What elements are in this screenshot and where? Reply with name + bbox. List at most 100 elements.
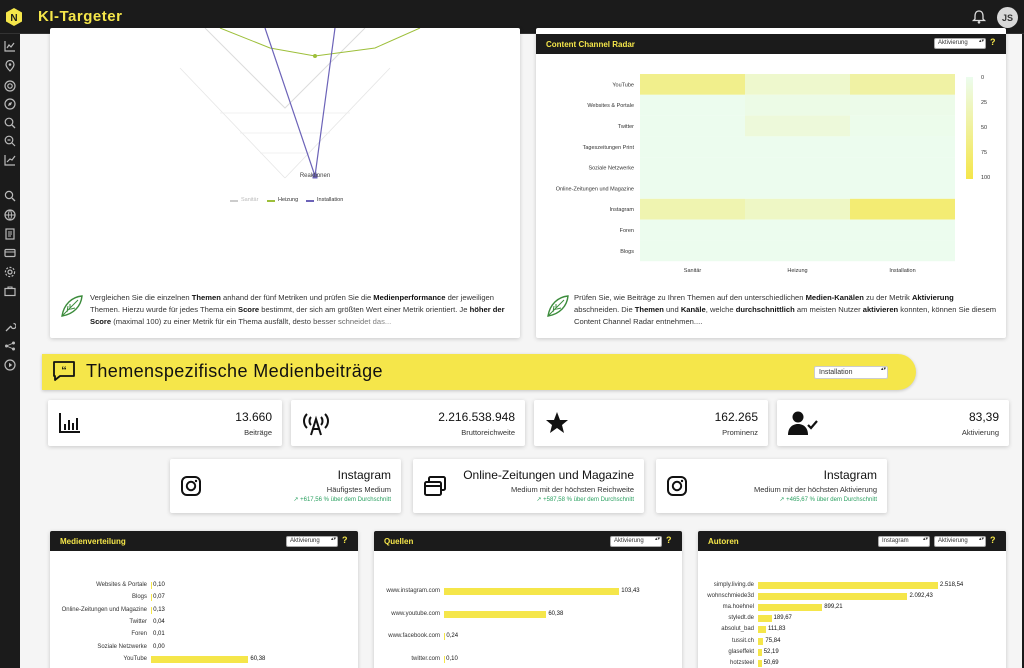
highlight-card-hoechste-aktivierung: Instagram Medium mit der höchsten Aktivi… — [656, 459, 887, 513]
highlight-change: ↗ +617,56 % über dem Durchschnitt — [293, 497, 391, 503]
heatmap-row-label: Online-Zeitungen und Magazine — [556, 186, 634, 192]
sidebar-play-icon[interactable] — [4, 359, 16, 371]
bar-value: 52,19 — [763, 648, 779, 655]
medien-help-icon[interactable]: ? — [342, 535, 348, 545]
bar[interactable] — [444, 610, 547, 618]
legend-item-heizung[interactable]: Heizung — [278, 197, 298, 203]
bar[interactable] — [758, 626, 766, 634]
theme-select[interactable]: Installation — [814, 366, 888, 379]
heatmap-help-icon[interactable]: ? — [990, 37, 996, 47]
bar-label: Blogs — [131, 594, 147, 601]
sidebar-search-chart-icon[interactable] — [4, 117, 16, 129]
bar[interactable] — [758, 582, 938, 589]
heatmap-cell — [640, 94, 745, 116]
bar-label: styledt.de — [728, 615, 754, 622]
radar-axis-label: Reaktionen — [299, 173, 331, 179]
logo-icon[interactable]: N — [4, 7, 24, 27]
bar[interactable] — [758, 648, 762, 656]
kpi-label: Beiträge — [244, 428, 272, 437]
highlight-subtitle: Medium mit der höchsten Aktivierung — [754, 485, 877, 494]
heatmap-cell — [850, 178, 955, 199]
main-content: Reaktionen Sanitär Heizung Installation … — [20, 28, 1022, 668]
heatmap-cell — [850, 157, 955, 178]
radar-series-installation — [264, 28, 336, 177]
autoren-metric-select[interactable]: Aktivierung — [934, 536, 986, 547]
bar-value: 0,10 — [446, 655, 458, 662]
sidebar-trend-icon[interactable] — [4, 154, 16, 166]
heatmap-row-label: Soziale Netzwerke — [588, 166, 634, 172]
heatmap-cell — [745, 240, 850, 262]
kpi-value: 162.265 — [714, 410, 758, 424]
bar-label: ma.hoehnel — [722, 604, 754, 611]
sidebar-compass-icon[interactable] — [4, 98, 16, 110]
sidebar-globe-icon[interactable] — [4, 209, 16, 221]
bar-value: 2.518,54 — [939, 582, 964, 588]
sidebar-briefcase-icon[interactable] — [4, 285, 16, 297]
instagram-icon — [667, 476, 687, 496]
app-window: N KI-Targeter JS Reaktionen Sanitär Heiz… — [0, 0, 1024, 668]
user-avatar[interactable]: JS — [997, 7, 1018, 28]
bar-label: absolut_bad — [721, 626, 754, 633]
bar[interactable] — [758, 604, 823, 612]
heatmap-cell — [745, 115, 850, 137]
bar-label: Foren — [131, 631, 147, 638]
bar-label: www.youtube.com — [391, 610, 440, 617]
bar-value: 50,69 — [763, 659, 779, 666]
heatmap-cell — [850, 240, 955, 262]
svg-text:N: N — [10, 13, 17, 24]
leaf-icon — [547, 295, 569, 317]
radar-card: Reaktionen Sanitär Heizung Installation … — [50, 28, 520, 338]
sidebar-search-icon[interactable] — [4, 190, 16, 202]
kpi-value: 13.660 — [235, 410, 272, 424]
bar[interactable] — [758, 659, 762, 667]
heatmap-row-label: Instagram — [610, 207, 635, 213]
sidebar-network-icon[interactable] — [4, 340, 16, 352]
quellen-card: Quellen Aktivierung ? www.instagram.com 1… — [374, 531, 682, 668]
bar[interactable] — [758, 593, 908, 601]
leaf-icon — [61, 295, 83, 317]
bar-value: 899,21 — [824, 604, 843, 611]
kpi-card-beitraege: 13.660 Beiträge — [48, 400, 282, 446]
radar-series-sanitaer — [204, 28, 366, 109]
autoren-medium-select[interactable]: Instagram — [878, 536, 930, 547]
heatmap-row-label: Twitter — [618, 124, 634, 130]
bar[interactable] — [444, 588, 620, 595]
highlight-card-haeufigstes-medium: Instagram Häufigstes Medium ↗ +617,56 % … — [170, 459, 401, 513]
heatmap-scale-label: 25 — [981, 100, 987, 106]
sidebar-target-icon[interactable] — [4, 80, 16, 92]
bell-icon[interactable] — [971, 9, 987, 25]
legend-item-sanitaer[interactable]: Sanitär — [241, 197, 258, 203]
heatmap-color-scale — [966, 77, 973, 179]
heatmap-cell — [745, 157, 850, 178]
heatmap-col-label: Sanitär — [684, 268, 702, 274]
kpi-value: 2.216.538.948 — [438, 410, 515, 424]
sidebar-settings-icon[interactable] — [4, 266, 16, 278]
radar-grid — [179, 67, 391, 179]
sidebar-wrench-icon[interactable] — [4, 321, 16, 333]
medien-metric-select[interactable]: Aktivierung — [286, 536, 338, 547]
bar[interactable] — [758, 615, 772, 623]
quellen-metric-select[interactable]: Aktivierung — [610, 536, 662, 547]
bar[interactable] — [758, 637, 764, 645]
heatmap-cell — [640, 74, 745, 95]
sidebar-document-icon[interactable] — [4, 228, 16, 240]
bar-value: 60,38 — [250, 655, 266, 662]
heatmap-cell — [850, 74, 955, 95]
heatmap-row-label: Tageszeitungen Print — [583, 145, 635, 151]
heatmap-cell — [640, 178, 745, 199]
sidebar-line-chart-icon[interactable] — [4, 40, 16, 52]
bar-value: 0,04 — [153, 618, 165, 625]
bar[interactable] — [151, 655, 249, 663]
kpi-card-bruttoreichweite: 2.216.538.948 Bruttoreichweite — [291, 400, 525, 446]
legend-item-installation[interactable]: Installation — [317, 197, 343, 203]
sidebar-zoom-icon[interactable] — [4, 135, 16, 147]
sidebar — [0, 34, 20, 668]
heatmap-metric-select[interactable]: Aktivierung — [934, 38, 986, 49]
highlight-change: ↗ +587,58 % über dem Durchschnitt — [536, 497, 634, 503]
highlight-subtitle: Häufigstes Medium — [326, 485, 391, 494]
quellen-help-icon[interactable]: ? — [666, 535, 672, 545]
heatmap-col-label: Heizung — [787, 268, 807, 274]
sidebar-location-icon[interactable] — [4, 60, 16, 72]
sidebar-card-icon[interactable] — [4, 247, 16, 259]
autoren-help-icon[interactable]: ? — [990, 535, 996, 545]
